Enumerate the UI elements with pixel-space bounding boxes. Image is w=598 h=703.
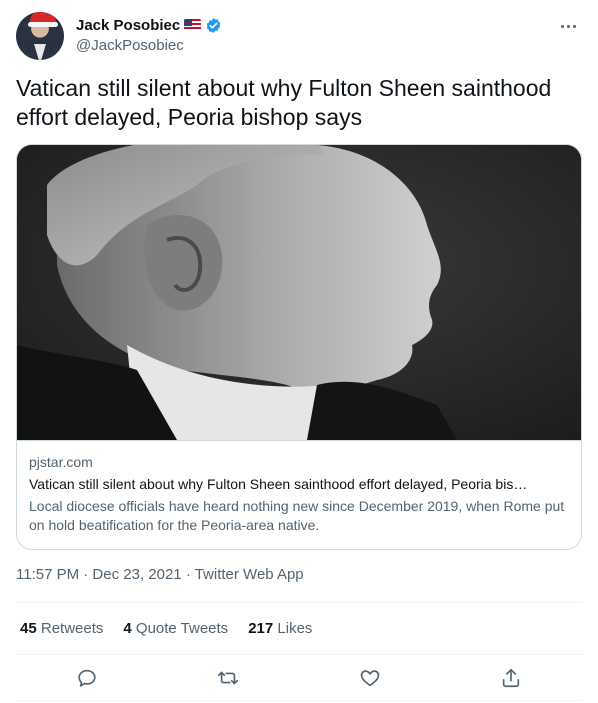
link-card-title: Vatican still silent about why Fulton Sh… — [29, 476, 528, 492]
likes-count: 217 — [248, 620, 274, 637]
card-divider — [17, 440, 581, 441]
reply-icon[interactable] — [75, 666, 99, 690]
retweets-label: Retweets — [40, 620, 104, 637]
us-flag-icon — [184, 19, 202, 31]
link-card-image[interactable] — [17, 145, 581, 440]
avatar-shirt — [34, 44, 46, 60]
quote-tweets-label: Quote Tweets — [135, 620, 229, 637]
likes-stat[interactable]: 217 Likes — [248, 620, 312, 637]
share-icon[interactable] — [499, 666, 523, 690]
tweet-actions — [16, 664, 582, 694]
name-row: Jack Posobiec — [76, 15, 222, 35]
author-display-name[interactable]: Jack Posobiec — [76, 17, 180, 34]
tweet-stats: 45 Retweets 4 Quote Tweets 217 Likes — [20, 620, 312, 637]
divider — [16, 700, 582, 701]
quote-tweets-count: 4 — [123, 620, 132, 637]
tweet-meta[interactable]: 11:57 PM · Dec 23, 2021 · Twitter Web Ap… — [16, 566, 304, 583]
link-card-domain: pjstar.com — [29, 454, 93, 470]
santa-hat-icon — [28, 12, 58, 27]
more-options-icon[interactable] — [556, 16, 580, 36]
portrait-photo — [17, 145, 581, 440]
divider — [16, 654, 582, 655]
link-card-body[interactable]: pjstar.com Vatican still silent about wh… — [29, 453, 569, 535]
verified-badge-icon[interactable] — [205, 17, 222, 34]
retweets-count: 45 — [20, 620, 37, 637]
retweets-stat[interactable]: 45 Retweets — [20, 620, 103, 637]
tweet-header: Jack Posobiec @JackPosobiec — [16, 12, 582, 60]
avatar[interactable] — [16, 12, 64, 60]
retweet-icon[interactable] — [216, 666, 240, 690]
author-handle[interactable]: @JackPosobiec — [76, 37, 222, 54]
tweet-text: Vatican still silent about why Fulton Sh… — [16, 75, 552, 130]
link-card-description: Local diocese officials have heard nothi… — [29, 498, 565, 533]
author-block: Jack Posobiec @JackPosobiec — [76, 15, 222, 54]
link-card[interactable]: pjstar.com Vatican still silent about wh… — [16, 144, 582, 550]
likes-label: Likes — [277, 620, 313, 637]
like-heart-icon[interactable] — [358, 666, 382, 690]
quote-tweets-stat[interactable]: 4 Quote Tweets — [123, 620, 228, 637]
divider — [16, 602, 582, 603]
